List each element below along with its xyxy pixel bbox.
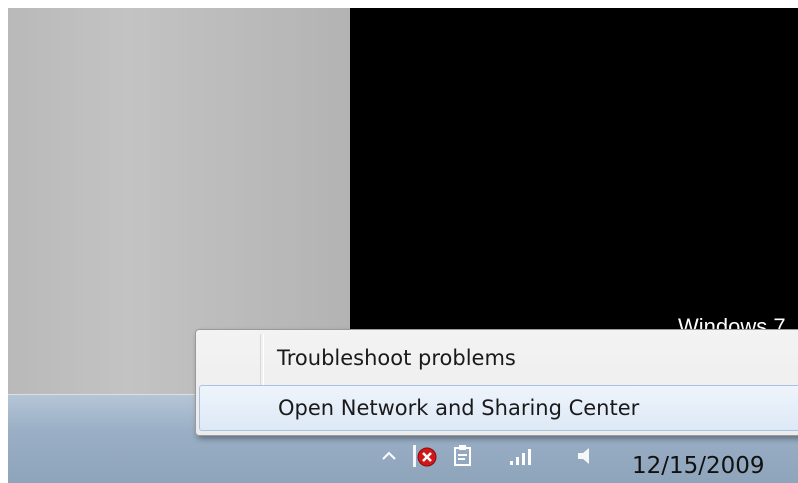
network-signal-icon[interactable] — [505, 441, 539, 471]
security-alert-icon[interactable] — [408, 441, 442, 471]
menu-item-open-network-and-sharing-center[interactable]: Open Network and Sharing Center — [199, 385, 798, 431]
clipboard-icon[interactable] — [446, 441, 480, 471]
menu-item-troubleshoot-problems[interactable]: Troubleshoot problems — [199, 336, 798, 382]
screenshot: Windows 7 12/15/2009 Troubleshoot proble… — [8, 8, 798, 483]
show-hidden-icons-arrow-icon[interactable] — [372, 441, 406, 471]
menu-item-label: Troubleshoot problems — [277, 346, 516, 370]
network-context-menu: Troubleshoot problems Open Network and S… — [195, 329, 798, 436]
taskbar-clock-date[interactable]: 12/15/2009 — [632, 453, 765, 479]
volume-icon[interactable] — [568, 441, 602, 471]
menu-item-label: Open Network and Sharing Center — [278, 396, 640, 420]
